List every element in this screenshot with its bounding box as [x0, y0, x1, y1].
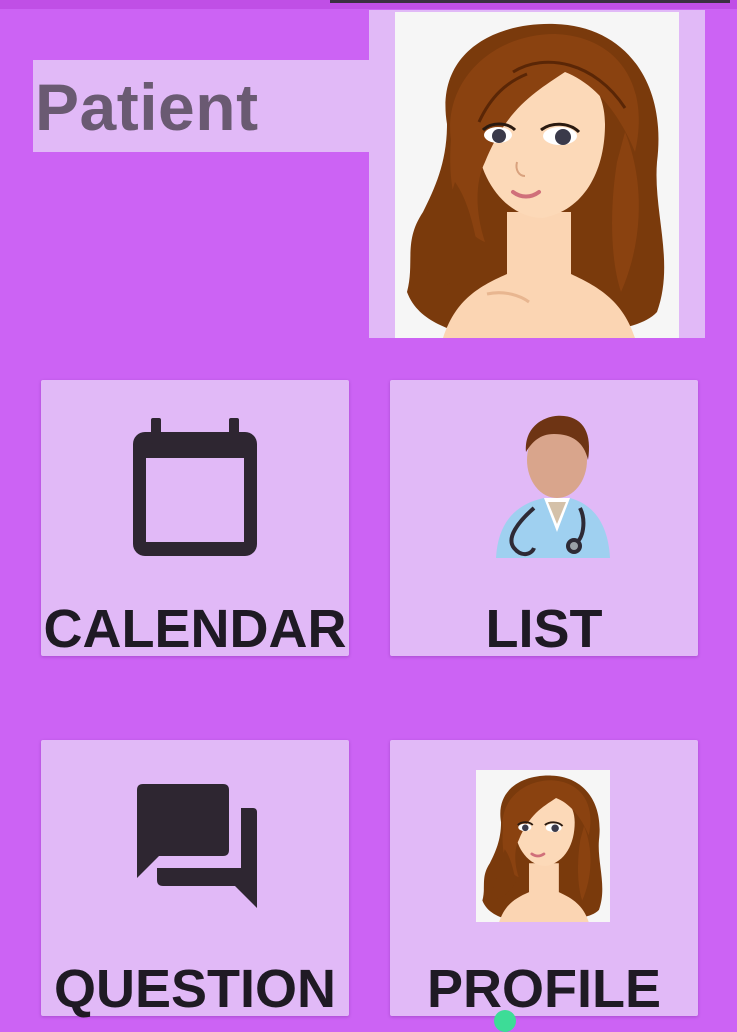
page-title: Patient	[35, 70, 259, 144]
patient-avatar[interactable]	[369, 10, 705, 338]
profile-avatar-frame	[476, 770, 610, 922]
question-tile[interactable]: QUESTION	[41, 740, 349, 1016]
calendar-tile[interactable]: CALENDAR	[41, 380, 349, 656]
profile-tile[interactable]: PROFILE	[390, 740, 698, 1016]
question-tile-label: QUESTION	[53, 959, 337, 1019]
calendar-icon	[133, 418, 257, 556]
navigation-indicator-dot	[494, 1010, 516, 1032]
calendar-tile-label: CALENDAR	[43, 599, 347, 659]
page-title-box: Patient	[33, 60, 373, 152]
female-avatar-icon	[407, 23, 665, 338]
doctor-icon	[496, 415, 610, 558]
profile-tile-label: PROFILE	[426, 959, 661, 1019]
avatar-image	[395, 12, 679, 338]
list-tile-label: LIST	[485, 599, 603, 659]
list-tile[interactable]: LIST	[390, 380, 698, 656]
status-bar-indicator	[330, 0, 730, 3]
chat-icon	[137, 784, 257, 908]
female-avatar-icon	[482, 775, 603, 922]
